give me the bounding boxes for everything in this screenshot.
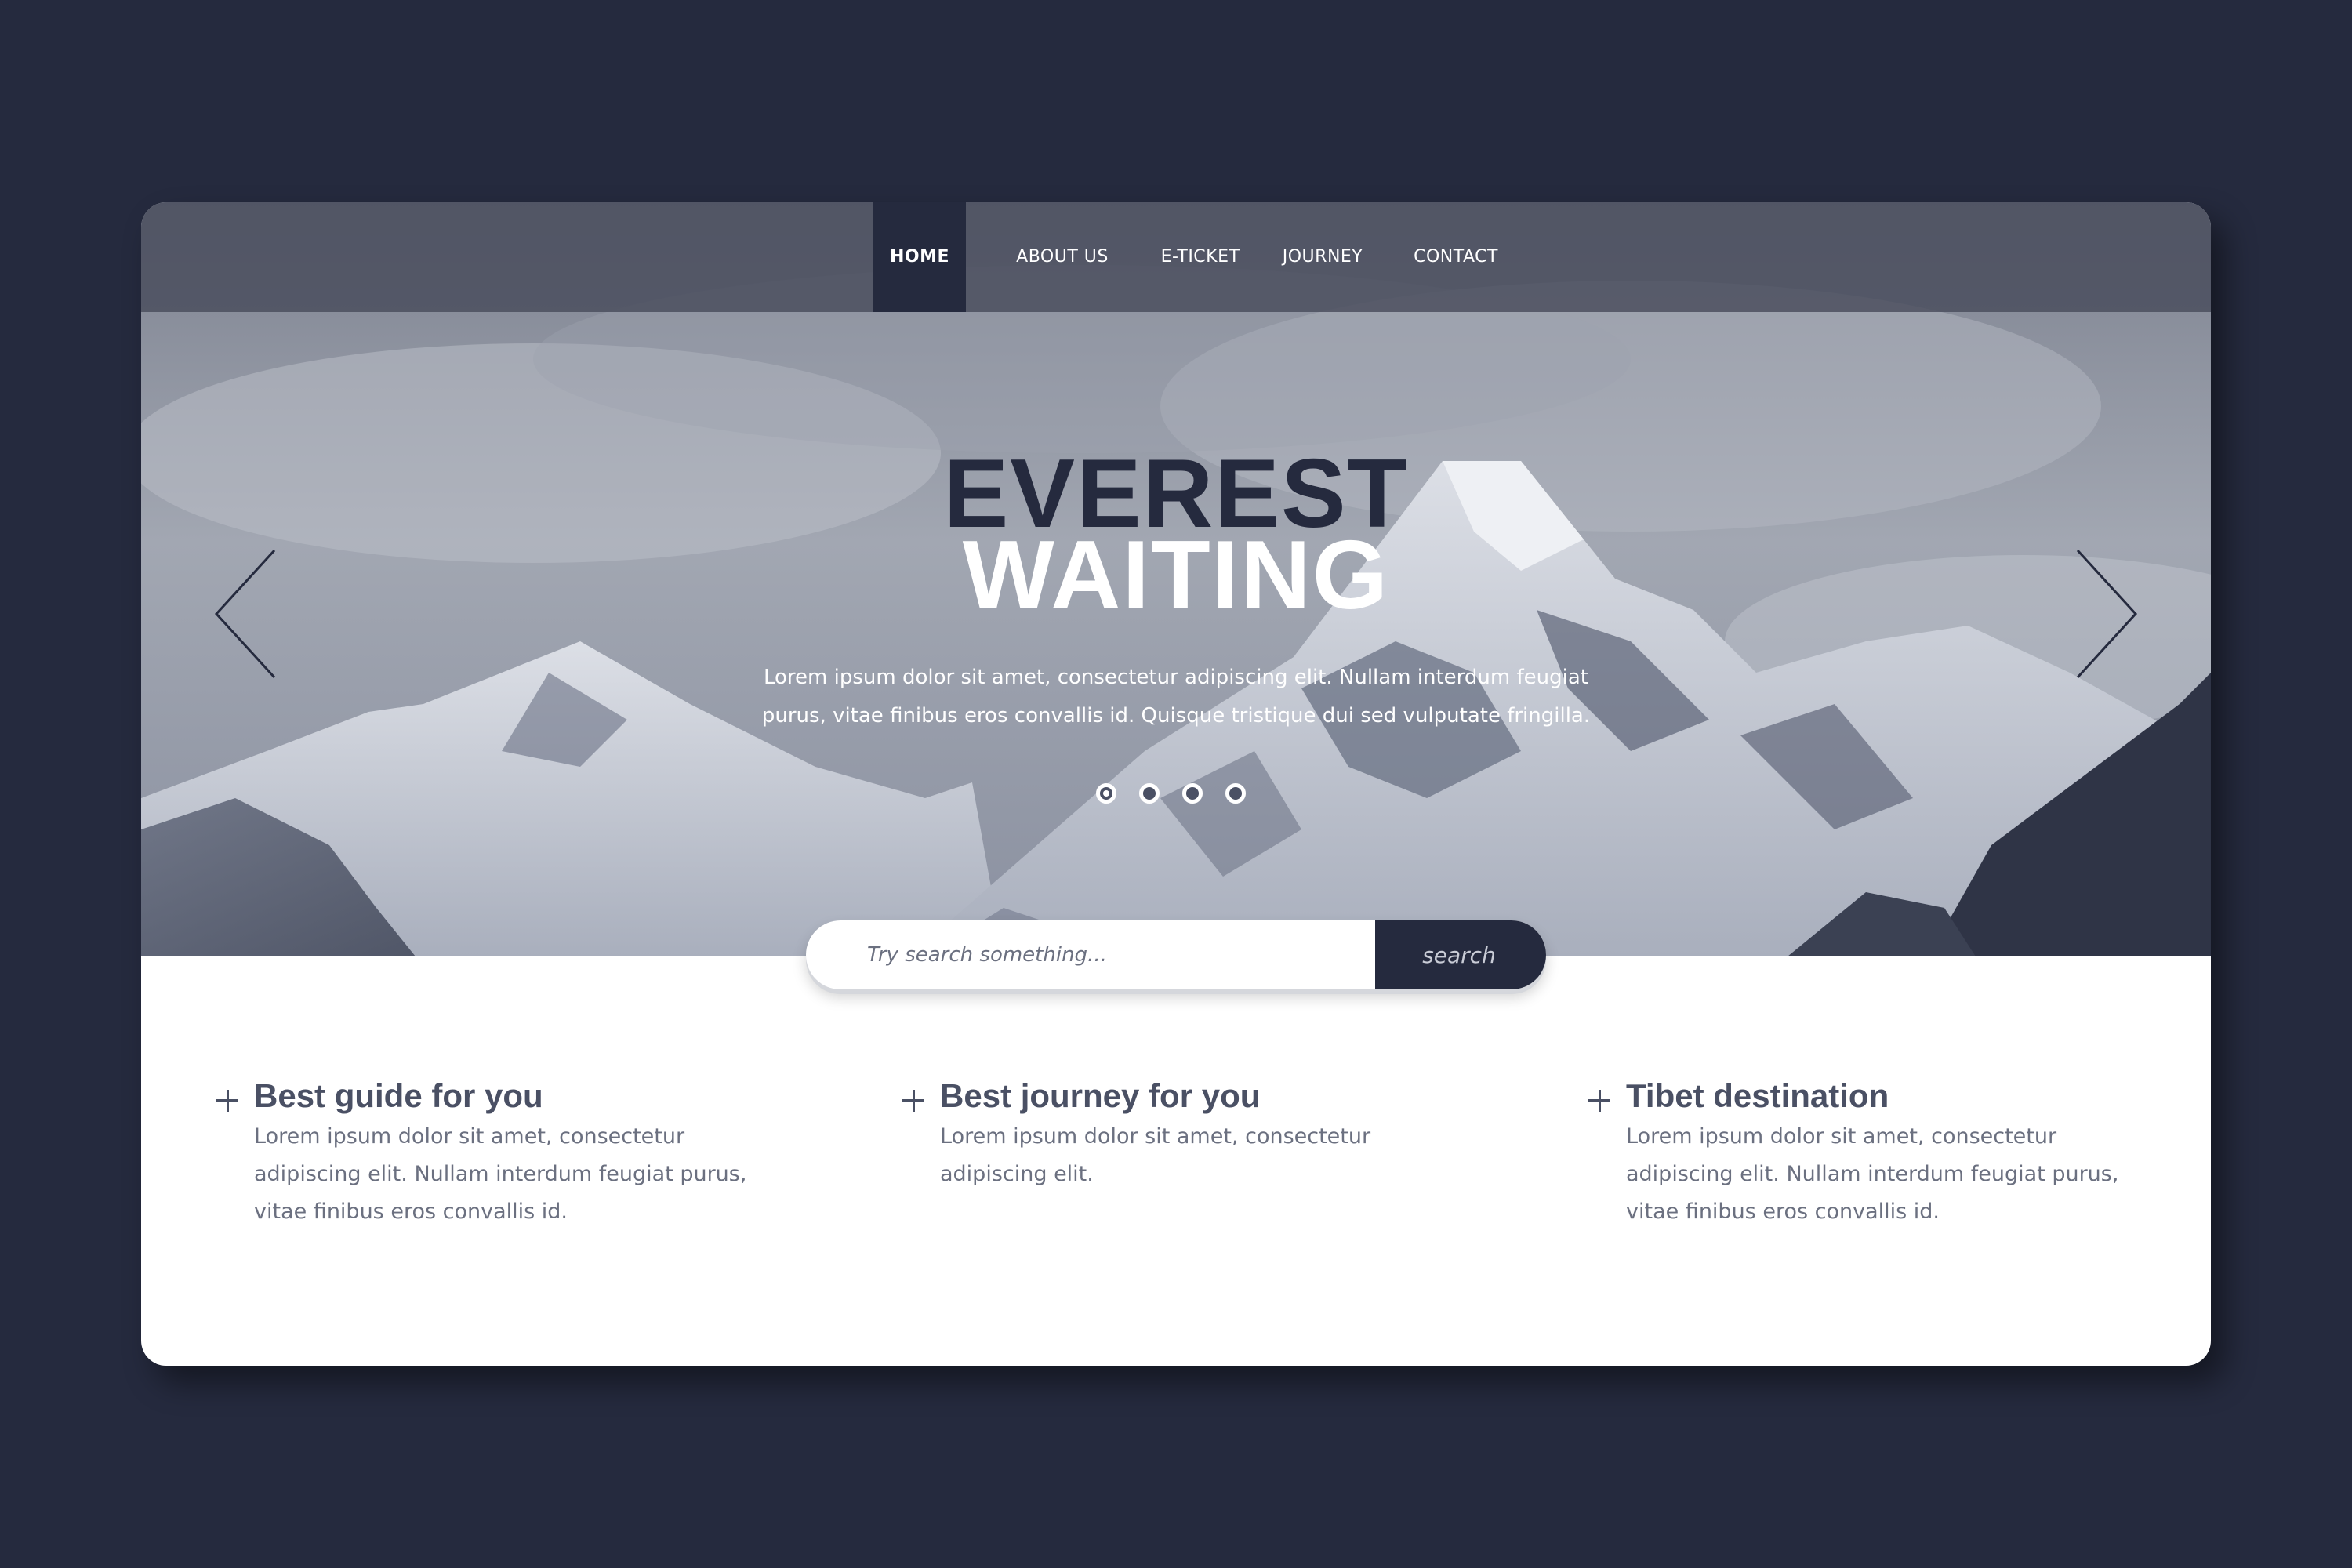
plus-icon xyxy=(1588,1090,1610,1112)
hero-section: HOME ABOUT US E-TICKET JOURNEY CONTACT E… xyxy=(141,202,2211,956)
feature-text: Lorem ipsum dolor sit amet, consectetur … xyxy=(254,1124,747,1224)
feature-title: Tibet destination xyxy=(1626,1077,1889,1114)
feature-title: Best guide for you xyxy=(254,1077,543,1114)
nav-item-journey[interactable]: JOURNEY xyxy=(1264,202,1381,312)
nav-item-contact[interactable]: CONTACT xyxy=(1392,202,1519,312)
nav-item-e-ticket[interactable]: E-TICKET xyxy=(1142,202,1259,312)
prev-slide-button[interactable] xyxy=(212,547,282,681)
hero-description: Lorem ipsum dolor sit amet, consectetur … xyxy=(761,666,1591,728)
chevron-right-icon xyxy=(2076,549,2138,679)
search-input[interactable] xyxy=(806,920,1375,989)
plus-icon xyxy=(902,1090,924,1112)
hero-title-line-2: WAITING xyxy=(962,521,1390,630)
slide-indicators xyxy=(1096,783,1269,815)
slide-dot-4[interactable] xyxy=(1225,783,1246,804)
plus-icon xyxy=(216,1090,238,1112)
search-button[interactable]: search xyxy=(1375,920,1546,989)
feature-title: Best journey for you xyxy=(940,1077,1261,1114)
feature-text: Lorem ipsum dolor sit amet, consectetur … xyxy=(940,1124,1371,1186)
slide-dot-2[interactable] xyxy=(1139,783,1160,804)
chevron-left-icon xyxy=(214,549,276,679)
slide-dot-1[interactable] xyxy=(1096,783,1116,804)
nav-item-home[interactable]: HOME xyxy=(873,202,966,312)
search-bar: search xyxy=(806,920,1546,989)
feature-text: Lorem ipsum dolor sit amet, consectetur … xyxy=(1626,1124,2119,1224)
top-navigation: HOME ABOUT US E-TICKET JOURNEY CONTACT xyxy=(141,202,2211,312)
next-slide-button[interactable] xyxy=(2070,547,2140,681)
slide-dot-3[interactable] xyxy=(1182,783,1203,804)
nav-item-about-us[interactable]: ABOUT US xyxy=(996,202,1129,312)
landing-card: HOME ABOUT US E-TICKET JOURNEY CONTACT E… xyxy=(141,202,2211,1366)
